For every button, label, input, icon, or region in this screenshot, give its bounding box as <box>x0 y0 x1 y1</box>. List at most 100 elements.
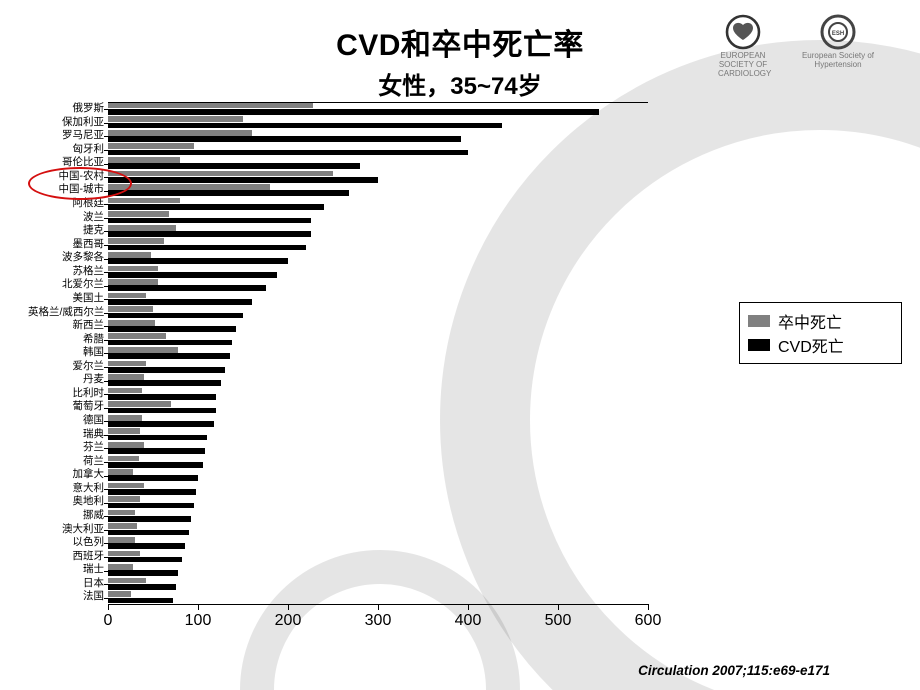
category-label: 希腊 <box>28 333 104 347</box>
bar-cvd <box>108 516 191 522</box>
bar-cvd <box>108 421 214 427</box>
bar-cvd <box>108 136 461 142</box>
legend-row-cvd: CVD死亡 <box>748 333 893 357</box>
chart-row: 澳大利亚 <box>28 523 648 537</box>
bar-stroke <box>108 238 164 244</box>
bar-cvd <box>108 448 205 454</box>
bar-cvd <box>108 272 277 278</box>
esc-logo-icon <box>725 14 761 50</box>
chart-row: 荷兰 <box>28 455 648 469</box>
bar-stroke <box>108 374 144 380</box>
bar-cvd <box>108 313 243 319</box>
chart-row: 哥伦比亚 <box>28 156 648 170</box>
x-tick <box>558 604 559 610</box>
bar-cvd <box>108 204 324 210</box>
chart-row: 意大利 <box>28 482 648 496</box>
bar-cvd <box>108 435 207 441</box>
bar-pair <box>108 346 648 360</box>
bar-stroke <box>108 116 243 122</box>
bar-cvd <box>108 353 230 359</box>
bar-stroke <box>108 320 155 326</box>
chart-row: 德国 <box>28 414 648 428</box>
bar-pair <box>108 319 648 333</box>
x-tick <box>288 604 289 610</box>
bar-stroke <box>108 551 140 557</box>
bar-stroke <box>108 306 153 312</box>
bar-stroke <box>108 103 313 109</box>
x-tick-label: 500 <box>545 612 572 630</box>
chart-row: 英格兰/威西尔兰 <box>28 306 648 320</box>
bar-stroke <box>108 184 270 190</box>
bar-cvd <box>108 394 216 400</box>
x-tick <box>108 604 109 610</box>
bar-pair <box>108 265 648 279</box>
bar-stroke <box>108 130 252 136</box>
bar-pair <box>108 428 648 442</box>
category-label: 奥地利 <box>28 495 104 509</box>
legend-row-stroke: 卒中死亡 <box>748 309 893 333</box>
category-label: 保加利亚 <box>28 116 104 130</box>
x-tick-label: 400 <box>455 612 482 630</box>
bar-cvd <box>108 530 189 536</box>
citation: Circulation 2007;115:e69-e171 <box>638 663 830 678</box>
category-label: 北爱尔兰 <box>28 278 104 292</box>
bar-cvd <box>108 503 194 509</box>
category-label: 中国-农村 <box>28 170 104 184</box>
bar-pair <box>108 509 648 523</box>
bar-stroke <box>108 537 135 543</box>
bar-stroke <box>108 225 176 231</box>
chart-row: 美国土 <box>28 292 648 306</box>
bar-stroke <box>108 415 142 421</box>
x-tick <box>648 604 649 610</box>
category-label: 芬兰 <box>28 441 104 455</box>
bar-cvd <box>108 218 311 224</box>
bar-cvd <box>108 475 198 481</box>
category-label: 哥伦比亚 <box>28 156 104 170</box>
chart-row: 芬兰 <box>28 441 648 455</box>
chart-row: 新西兰 <box>28 319 648 333</box>
bar-pair <box>108 563 648 577</box>
category-label: 韩国 <box>28 346 104 360</box>
bar-stroke <box>108 279 158 285</box>
bar-cvd <box>108 150 468 156</box>
x-tick-label: 300 <box>365 612 392 630</box>
bar-stroke <box>108 591 131 597</box>
category-label: 法国 <box>28 590 104 604</box>
page: CVD和卒中死亡率 女性，35~74岁 EUROPEAN SOCIETY OF … <box>0 0 920 690</box>
bar-stroke <box>108 483 144 489</box>
chart-row: 以色列 <box>28 536 648 550</box>
logos: EUROPEAN SOCIETY OF CARDIOLOGY ESH Europ… <box>718 14 898 78</box>
x-tick-label: 0 <box>104 612 113 630</box>
bar-cvd <box>108 367 225 373</box>
esc-logo-caption: EUROPEAN SOCIETY OF CARDIOLOGY <box>718 52 768 78</box>
chart-row: 韩国 <box>28 346 648 360</box>
chart-row: 爱尔兰 <box>28 360 648 374</box>
bar-pair <box>108 102 648 116</box>
chart-row: 波多黎各 <box>28 251 648 265</box>
bar-pair <box>108 129 648 143</box>
chart-row: 保加利亚 <box>28 116 648 130</box>
category-label: 俄罗斯 <box>28 102 104 116</box>
category-label: 葡萄牙 <box>28 400 104 414</box>
bar-pair <box>108 455 648 469</box>
bar-pair <box>108 468 648 482</box>
bar-pair <box>108 224 648 238</box>
chart-row: 捷克 <box>28 224 648 238</box>
chart-row: 加拿大 <box>28 468 648 482</box>
category-label: 罗马尼亚 <box>28 129 104 143</box>
category-label: 日本 <box>28 577 104 591</box>
bar-cvd <box>108 408 216 414</box>
bar-pair <box>108 590 648 604</box>
category-label: 瑞士 <box>28 563 104 577</box>
bar-cvd <box>108 109 599 115</box>
bar-pair <box>108 523 648 537</box>
chart-row: 匈牙利 <box>28 143 648 157</box>
bar-pair <box>108 400 648 414</box>
bar-stroke <box>108 578 146 584</box>
bar-cvd <box>108 245 306 251</box>
chart-row: 苏格兰 <box>28 265 648 279</box>
legend-swatch-cvd <box>748 339 770 351</box>
chart-row: 日本 <box>28 577 648 591</box>
bar-cvd <box>108 285 266 291</box>
x-tick <box>198 604 199 610</box>
